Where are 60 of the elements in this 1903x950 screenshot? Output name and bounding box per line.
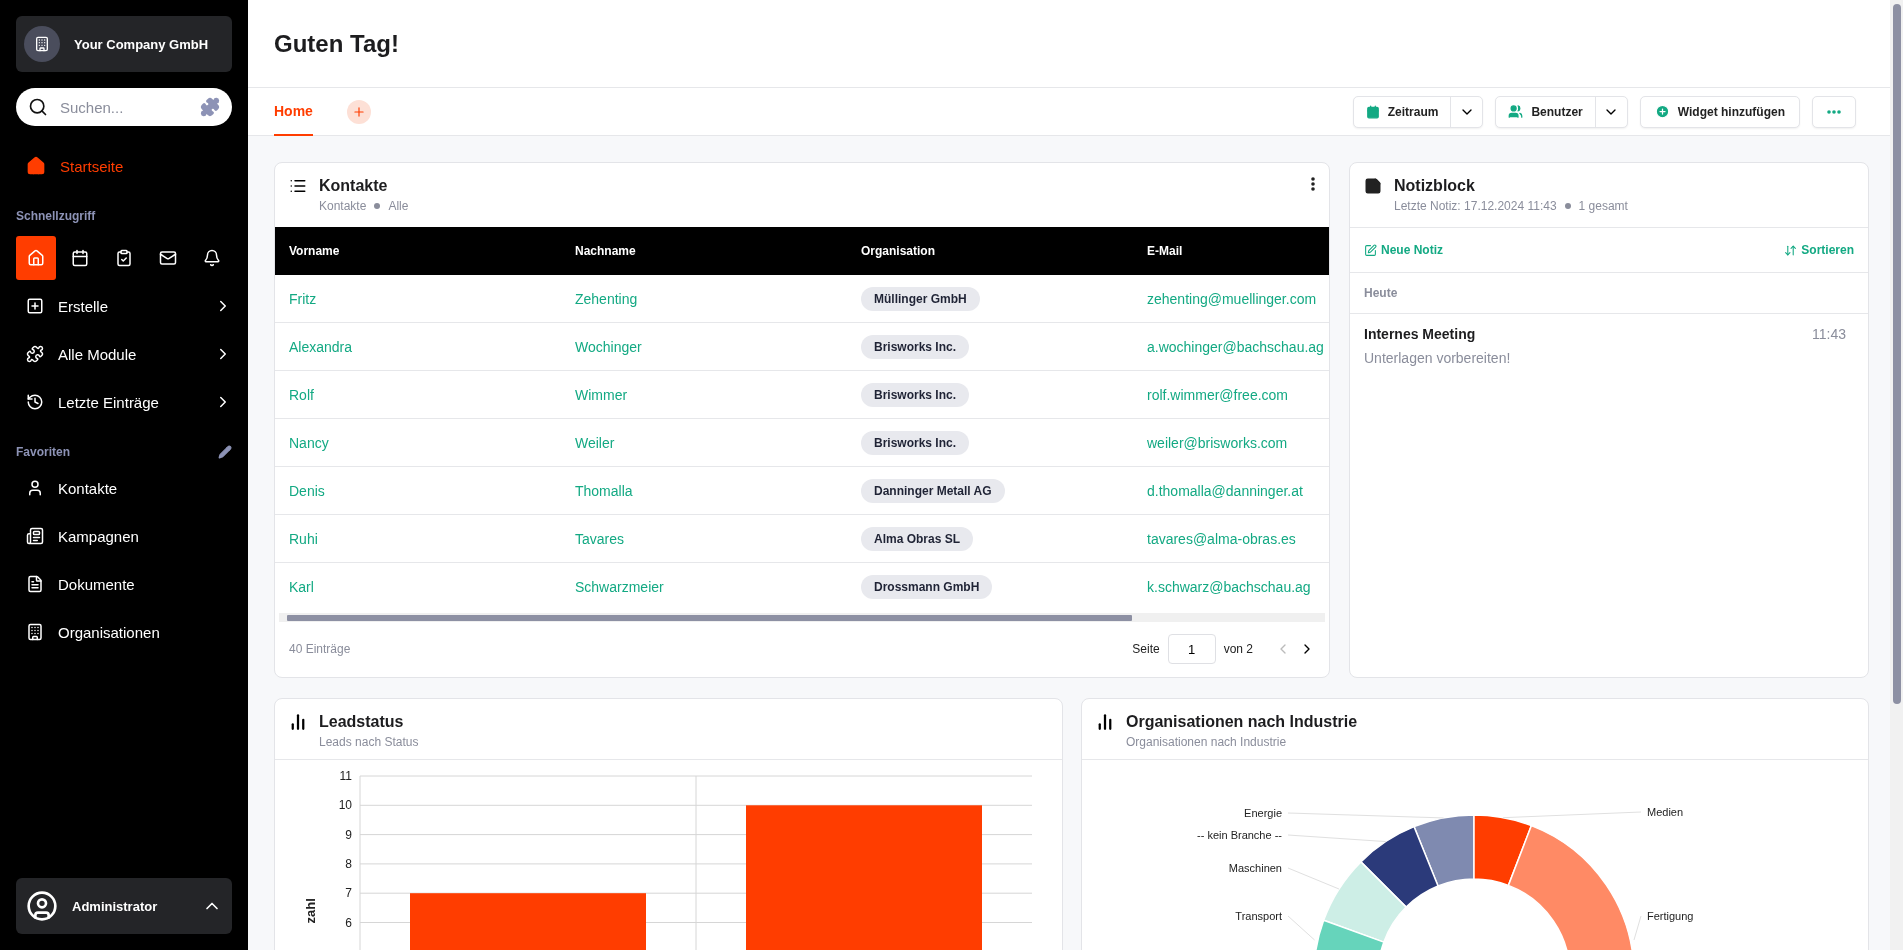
organisation-tag[interactable]: Drossmann GmbH xyxy=(861,575,993,599)
y-tick-label: 8 xyxy=(345,856,352,871)
y-tick-label: 11 xyxy=(339,769,352,783)
page-title: Guten Tag! xyxy=(274,29,399,58)
company-name: Your Company GmbH xyxy=(74,36,209,52)
section-title: Schnellzugriff xyxy=(16,209,96,223)
y-tick-label: 9 xyxy=(345,827,352,842)
card-subtitle: Leads nach Status xyxy=(319,735,420,749)
card-title: Kontakte xyxy=(319,177,389,195)
menu-item[interactable]: Erstelle xyxy=(16,282,232,330)
card-subtitle: Kontakte xyxy=(319,199,367,213)
page-label: Seite xyxy=(1132,642,1160,656)
column-header[interactable]: Nachname xyxy=(575,244,861,258)
menu-item[interactable]: Alle Module xyxy=(16,330,232,378)
menu-item[interactable]: Letzte Einträge xyxy=(16,378,232,426)
organisation-tag[interactable]: Müllinger GmbH xyxy=(861,286,980,311)
segment-label: Energie xyxy=(1244,807,1282,819)
note-time: 11:43 xyxy=(1812,326,1846,342)
company-switcher[interactable]: Your Company GmbH xyxy=(16,16,232,72)
y-tick-label: 10 xyxy=(338,798,352,813)
page-total: von 2 xyxy=(1223,642,1253,656)
column-header[interactable]: Vorname xyxy=(289,244,575,258)
y-tick-label: 6 xyxy=(345,915,352,930)
card-subtitle: 1 gesamt xyxy=(1578,199,1628,213)
home-nav-item[interactable]: Startseite xyxy=(16,142,232,190)
y-axis-label: zahl xyxy=(303,898,318,924)
column-header[interactable]: Organisation xyxy=(861,244,1147,258)
entry-count: 40 Einträge xyxy=(289,642,351,656)
segment-label: Medien xyxy=(1647,806,1684,818)
add-widget-button[interactable]: Widget hinzufügen xyxy=(1639,95,1800,128)
card-title: Organisationen nach Industrie xyxy=(1126,713,1359,731)
organisation-tag[interactable]: Alma Obras SL xyxy=(861,526,974,551)
favorite-item[interactable]: Organisationen xyxy=(16,608,232,656)
organisation-tag[interactable]: Brisworks Inc. xyxy=(861,382,970,407)
organisation-tag[interactable]: Brisworks Inc. xyxy=(861,334,970,359)
page-input[interactable]: 1 xyxy=(1167,634,1216,664)
card-title: Notizblock xyxy=(1394,177,1476,195)
segment-label: -- kein Branche -- xyxy=(1197,829,1282,841)
organisation-tag[interactable]: Danninger Metall AG xyxy=(861,478,1005,503)
column-header[interactable]: E-Mail xyxy=(1147,244,1329,258)
segment-label: Fertigung xyxy=(1647,910,1694,922)
y-tick-label: 7 xyxy=(345,886,352,901)
organisation-tag[interactable]: Brisworks Inc. xyxy=(861,430,970,455)
segment-label: Maschinen xyxy=(1228,862,1282,874)
user-name: Administrator xyxy=(72,898,159,914)
group-heading: Heute xyxy=(1364,286,1398,300)
card-subtitle: Letzte Notiz: 17.12.2024 11:43 xyxy=(1394,199,1557,213)
card-subtitle: Alle xyxy=(388,199,409,213)
card-title: Leadstatus xyxy=(319,713,405,731)
user-menu[interactable]: Administrator xyxy=(16,878,232,934)
note-text: Unterlagen vorbereiten! xyxy=(1364,350,1512,366)
segment-label: Transport xyxy=(1235,910,1282,922)
tab[interactable]: Home xyxy=(274,87,313,136)
favorite-item[interactable]: Kontakte xyxy=(16,464,232,512)
section-title: Favoriten xyxy=(16,445,70,459)
note-title[interactable]: Internes Meeting xyxy=(1364,326,1476,342)
search-bar[interactable]: Suchen... xyxy=(16,88,232,126)
card-subtitle: Organisationen nach Industrie xyxy=(1126,735,1288,749)
favorite-item[interactable]: Dokumente xyxy=(16,560,232,608)
favorite-item[interactable]: Kampagnen xyxy=(16,512,232,560)
